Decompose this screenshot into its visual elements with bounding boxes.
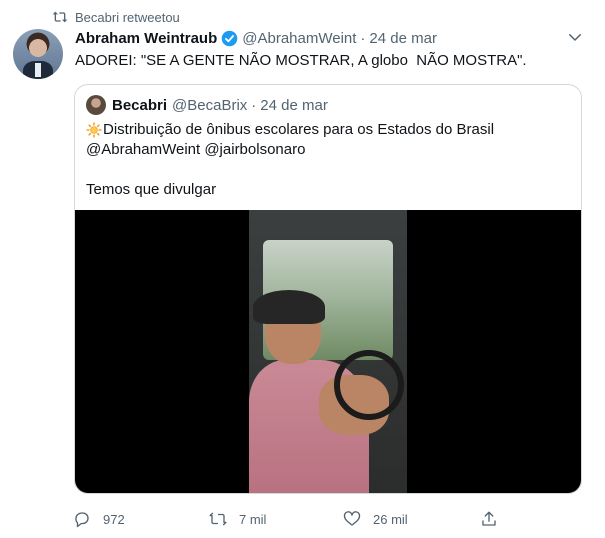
driver-cap <box>253 290 325 324</box>
retweet-count: 7 mil <box>239 511 267 527</box>
quoted-author-avatar[interactable] <box>86 95 106 115</box>
retweet-button[interactable]: 7 mil <box>209 508 266 530</box>
quoted-tweet-header: Becabri @BecaBrix · 24 de mar <box>112 95 328 115</box>
header-separator: · <box>360 29 366 47</box>
quoted-tweet-text: Distribuição de ônibus escolares para os… <box>86 120 494 200</box>
quoted-author-handle[interactable]: @BecaBrix <box>172 97 247 114</box>
author-avatar[interactable] <box>13 29 63 79</box>
reply-button[interactable]: 972 <box>73 508 125 530</box>
like-count: 26 mil <box>373 511 408 527</box>
quoted-text-line: Distribuição de ônibus escolares para os… <box>86 120 494 140</box>
video-frame <box>249 210 407 493</box>
share-icon <box>482 511 496 526</box>
sun-emoji-icon <box>86 122 102 138</box>
tweet-text: ADOREI: "SE A GENTE NÃO MOSTRAR, A globo… <box>75 52 527 69</box>
heart-icon <box>343 511 361 526</box>
action-bar: 972 7 mil 26 mil <box>0 508 605 530</box>
like-button[interactable]: 26 mil <box>343 508 408 530</box>
quoted-text-line-4: Temos que divulgar <box>86 181 217 198</box>
tweet[interactable]: Becabri retweetou Abraham Weintraub @Abr… <box>0 0 605 538</box>
verified-badge-icon <box>221 30 238 46</box>
steering-wheel <box>334 350 404 420</box>
share-button[interactable] <box>480 508 510 530</box>
author-handle[interactable]: @AbrahamWeint <box>242 30 356 47</box>
retweet-context-label[interactable]: Becabri retweetou <box>75 10 180 26</box>
reply-count: 972 <box>103 511 125 527</box>
tweet-date[interactable]: 24 de mar <box>369 30 437 47</box>
quoted-tweet-date[interactable]: 24 de mar <box>260 97 328 114</box>
quoted-author-name[interactable]: Becabri <box>112 97 167 114</box>
retweet-icon <box>209 512 227 526</box>
quoted-tweet[interactable]: Becabri @BecaBrix · 24 de mar Distribuiç… <box>74 84 582 494</box>
quoted-text-blank-line <box>86 160 494 180</box>
reply-icon <box>75 512 89 528</box>
quoted-header-separator: · <box>251 96 257 114</box>
tweet-header: Abraham Weintraub @AbrahamWeint · 24 de … <box>75 28 437 48</box>
video-player[interactable] <box>75 210 581 493</box>
quoted-text-mentions[interactable]: @AbrahamWeint @jairbolsonaro <box>86 140 494 160</box>
retweet-context-icon <box>52 11 68 23</box>
author-name[interactable]: Abraham Weintraub <box>75 30 217 47</box>
quoted-text-line-1: Distribuição de ônibus escolares para os… <box>103 121 495 138</box>
chevron-down-icon[interactable] <box>566 28 584 46</box>
